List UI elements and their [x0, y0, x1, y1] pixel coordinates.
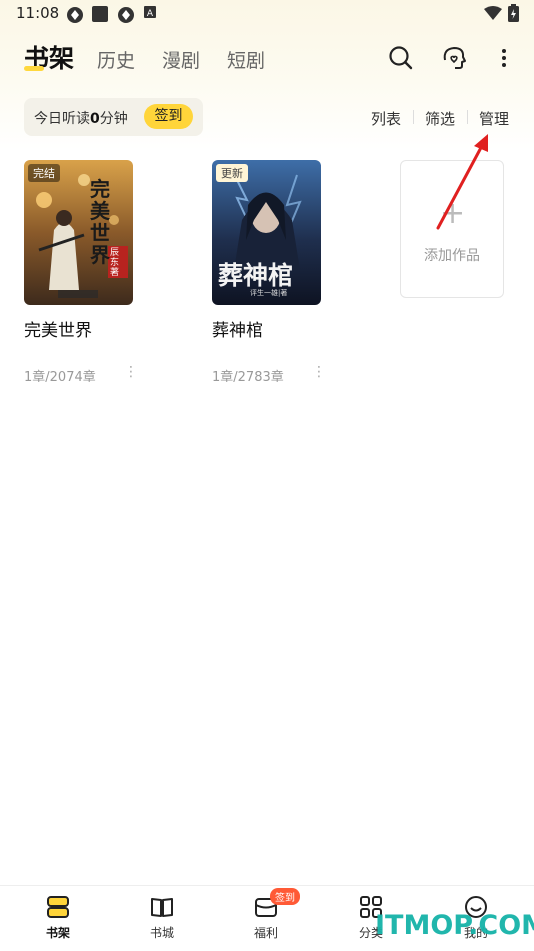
app-notification-icon [118, 7, 134, 23]
book-status-badge: 完结 [28, 164, 60, 182]
book-more-button[interactable]: ⋮ [124, 364, 138, 380]
nav-bookshelf[interactable]: 书架 [18, 894, 98, 941]
more-options-icon[interactable] [490, 44, 518, 72]
book-more-button[interactable]: ⋮ [312, 364, 326, 380]
cover-title-text: 葬神棺 [218, 261, 294, 290]
book-progress: 1章/2074章 [24, 370, 96, 385]
listen-head-icon[interactable] [440, 44, 468, 72]
watermark-text: ITMOP.COM [375, 910, 534, 941]
app-notification-icon: A [144, 6, 156, 18]
search-icon[interactable] [387, 44, 415, 72]
book-cover[interactable]: 葬神棺 评生一雄|著 更新 [212, 160, 321, 305]
divider [467, 110, 468, 124]
status-bar: 11:08 A [0, 0, 534, 28]
filter-button[interactable]: 筛选 [425, 108, 455, 129]
cover-author-text: 评生一雄|著 [250, 289, 288, 297]
annotation-arrow-icon [436, 134, 488, 230]
book-title[interactable]: 完美世界 [24, 316, 92, 341]
active-tab-indicator [24, 66, 44, 71]
nav-label: 书架 [45, 926, 70, 940]
daily-listen-panel: 今日听读0分钟 签到 [24, 98, 203, 136]
add-book-label: 添加作品 [424, 248, 480, 264]
book-progress: 1章/2783章 [212, 370, 284, 385]
book-cover[interactable]: 完美世界 辰东著 完结 [24, 160, 133, 305]
app-notification-icon [67, 7, 83, 23]
nav-welfare[interactable]: 签到 福利 [226, 888, 306, 941]
signin-button[interactable]: 签到 [144, 104, 193, 129]
divider [413, 110, 414, 124]
battery-charging-icon [508, 4, 519, 22]
wifi-icon [484, 6, 502, 20]
tab-history[interactable]: 历史 [97, 46, 135, 73]
status-time: 11:08 [16, 4, 60, 22]
open-book-icon [151, 898, 173, 917]
app-notification-icon [92, 6, 108, 22]
nav-label: 书城 [149, 926, 174, 940]
nav-bookstore[interactable]: 书城 [122, 894, 202, 941]
bookshelf-icon [47, 896, 69, 918]
book-title[interactable]: 葬神棺 [212, 316, 263, 341]
nav-label: 福利 [253, 926, 278, 940]
manage-button[interactable]: 管理 [479, 108, 509, 129]
daily-listen-text: 今日听读0分钟 [34, 111, 128, 127]
cover-author-text: 辰东著 [110, 248, 120, 278]
signin-badge: 签到 [270, 888, 300, 905]
list-view-button[interactable]: 列表 [371, 108, 401, 129]
book-status-badge: 更新 [216, 164, 248, 182]
svg-text:A: A [147, 9, 154, 18]
tab-comic-drama[interactable]: 漫剧 [162, 46, 200, 73]
tab-short-drama[interactable]: 短剧 [227, 46, 265, 73]
